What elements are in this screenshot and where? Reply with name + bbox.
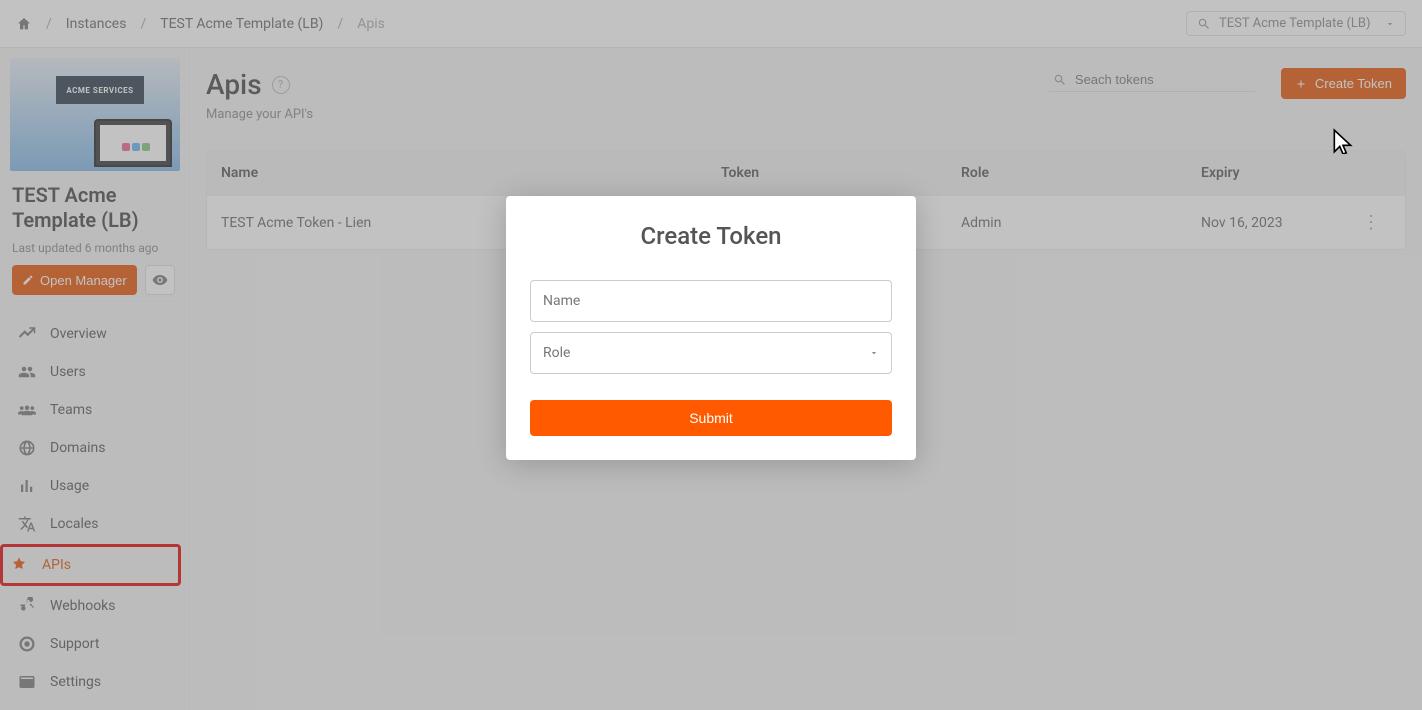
- create-token-modal: Create Token Name Role Submit: [506, 196, 916, 460]
- name-field-label: Name: [543, 293, 580, 309]
- role-select-label: Role: [543, 345, 570, 361]
- cursor-icon: [1330, 128, 1356, 154]
- modal-overlay[interactable]: Create Token Name Role Submit: [0, 0, 1422, 710]
- role-select[interactable]: Role: [530, 332, 892, 374]
- submit-button[interactable]: Submit: [530, 400, 892, 436]
- chevron-down-icon: [869, 348, 879, 358]
- modal-title: Create Token: [530, 222, 892, 250]
- name-field[interactable]: Name: [530, 280, 892, 322]
